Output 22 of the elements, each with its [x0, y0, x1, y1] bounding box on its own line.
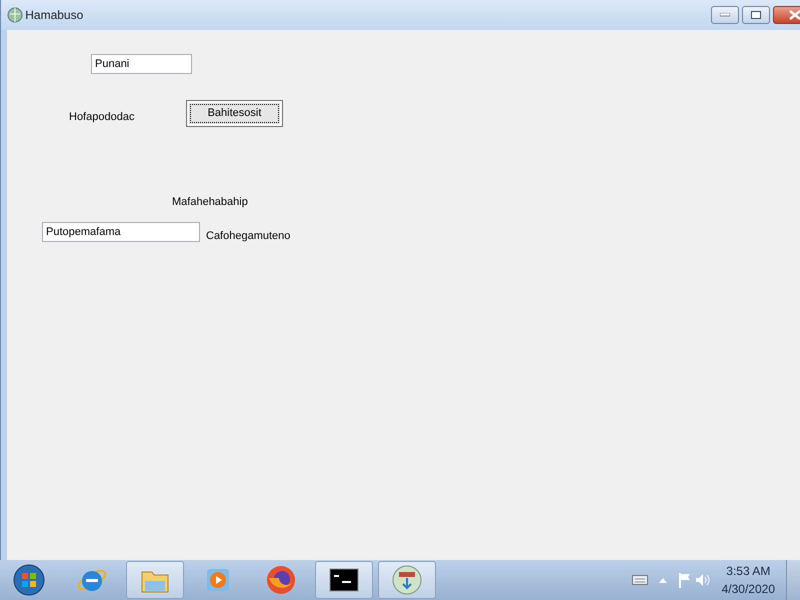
- speaker-icon[interactable]: [694, 573, 711, 587]
- up-arrow-icon[interactable]: [658, 578, 667, 582]
- minimize-button[interactable]: [711, 6, 739, 24]
- start-orb-icon: [13, 564, 45, 596]
- fox-globe-icon: [265, 564, 297, 596]
- clock[interactable]: 3:53 AM 4/30/2020: [722, 562, 775, 598]
- taskbar-button[interactable]: [315, 561, 373, 599]
- minimize-icon: [720, 13, 730, 17]
- maximize-icon: [750, 11, 761, 19]
- window-title: Hamabuso: [25, 7, 84, 24]
- globe-icon: [6, 7, 22, 23]
- text-field[interactable]: Punani: [91, 54, 192, 74]
- maximize-button[interactable]: [742, 6, 770, 24]
- keyboard-icon: [632, 575, 648, 585]
- form-label: Mafahehabahip: [172, 195, 248, 210]
- form-label: Hofapododac: [69, 110, 134, 125]
- close-icon: [788, 10, 800, 20]
- form-label: Cafohegamuteno: [206, 229, 290, 244]
- form-button[interactable]: Bahitesosit: [186, 100, 283, 127]
- installer-disc-icon: [391, 564, 423, 596]
- text-field[interactable]: Putopemafama: [42, 222, 200, 242]
- flag-icon[interactable]: [678, 572, 692, 588]
